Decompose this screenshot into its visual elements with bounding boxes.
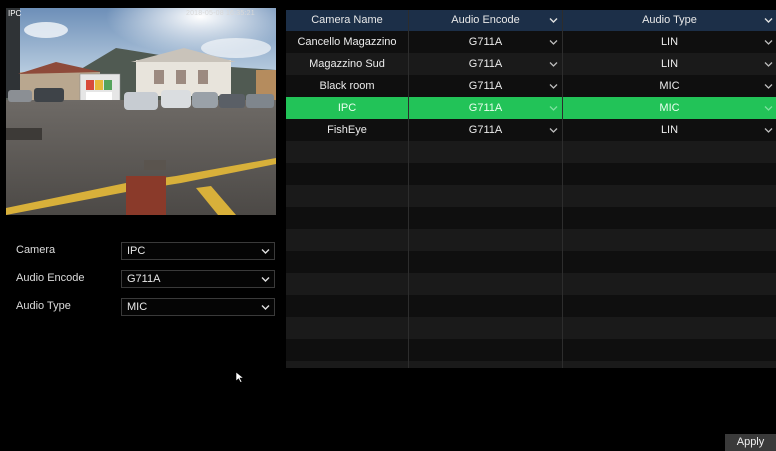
chevron-down-icon[interactable] [549,60,558,69]
cell-audio-encode[interactable]: G711A [409,119,562,141]
table-header: Camera Name Audio Encode Audio Type [286,10,776,31]
cell-audio-type[interactable]: MIC [563,97,776,119]
empty-row [286,141,776,163]
cell-audio-type[interactable]: LIN [563,53,776,75]
audio-type-select[interactable]: MIC [121,298,275,316]
chevron-down-icon[interactable] [764,82,773,91]
preview-channel-label: IPC [8,9,22,18]
empty-row [286,317,776,339]
chevron-down-icon[interactable] [764,60,773,69]
camera-row: Camera IPC [6,242,276,260]
table-row[interactable]: Magazzino Sud G711A LIN [286,53,776,75]
audio-encode-label: Audio Encode [16,272,85,284]
empty-row [286,273,776,295]
empty-row [286,163,776,185]
table-row-selected[interactable]: IPC G711A MIC [286,97,776,119]
empty-row [286,251,776,273]
audio-encode-select[interactable]: G711A [121,270,275,288]
camera-preview-image [6,8,276,215]
camera-audio-table: Camera Name Audio Encode Audio Type Canc… [286,10,776,368]
cell-audio-encode[interactable]: G711A [409,97,562,119]
cell-audio-type[interactable]: LIN [563,119,776,141]
table-row[interactable]: Black room G711A MIC [286,75,776,97]
chevron-down-icon [261,277,270,282]
audio-encode-row: Audio Encode G711A [6,270,276,288]
cell-camera-name: FishEye [327,124,367,136]
chevron-down-icon[interactable] [549,126,558,135]
audio-encode-select-value: G711A [127,273,161,285]
chevron-down-icon [261,305,270,310]
chevron-down-icon[interactable] [549,16,558,25]
audio-type-row: Audio Type MIC [6,298,276,316]
camera-select[interactable]: IPC [121,242,275,260]
column-header-audio-type: Audio Type [642,14,697,26]
empty-row [286,339,776,361]
cell-audio-type[interactable]: MIC [563,75,776,97]
camera-select-value: IPC [127,245,146,257]
empty-row [286,361,776,368]
column-header-camera-name: Camera Name [311,14,383,26]
chevron-down-icon[interactable] [764,38,773,47]
chevron-down-icon [261,249,270,254]
empty-row [286,229,776,251]
empty-row [286,185,776,207]
cell-audio-type[interactable]: LIN [563,31,776,53]
audio-type-label: Audio Type [16,300,71,312]
audio-type-select-value: MIC [127,301,148,313]
empty-row [286,295,776,317]
chevron-down-icon[interactable] [549,38,558,47]
column-divider [562,10,563,368]
cell-audio-encode[interactable]: G711A [409,31,562,53]
chevron-down-icon[interactable] [549,104,558,113]
apply-button[interactable]: Apply [725,434,776,451]
preview-timestamp: 2018-05-08 16:35:21 [186,10,255,17]
chevron-down-icon[interactable] [764,126,773,135]
chevron-down-icon[interactable] [549,82,558,91]
cell-camera-name: Cancello Magazzino [297,36,397,48]
table-row[interactable]: FishEye G711A LIN [286,119,776,141]
cell-camera-name: Magazzino Sud [309,58,385,70]
empty-row [286,207,776,229]
cell-camera-name: IPC [337,102,357,114]
camera-preview: IPC 2018-05-08 16:35:21 [6,8,276,215]
column-divider [408,10,409,368]
camera-label: Camera [16,244,56,256]
chevron-down-icon[interactable] [764,16,773,25]
column-header-audio-encode: Audio Encode [451,14,520,26]
mouse-cursor-icon [236,372,245,383]
cell-audio-encode[interactable]: G711A [409,75,562,97]
cell-camera-name: Black room [319,80,375,92]
cell-audio-encode[interactable]: G711A [409,53,562,75]
table-row[interactable]: Cancello Magazzino G711A LIN [286,31,776,53]
chevron-down-icon[interactable] [764,104,773,113]
